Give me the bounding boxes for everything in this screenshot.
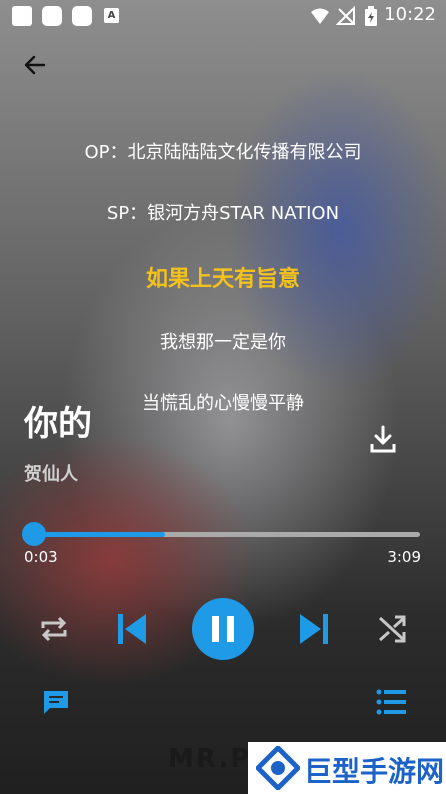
progress-thumb[interactable] xyxy=(22,522,46,546)
notification-icon xyxy=(42,6,62,26)
lyric-line: OP：北京陆陆陆文化传播有限公司 xyxy=(84,142,362,163)
no-signal-icon xyxy=(336,6,355,25)
pause-button[interactable] xyxy=(192,598,254,660)
skip-previous-icon[interactable] xyxy=(116,612,148,646)
watermark-brand: MR.P xyxy=(168,744,252,774)
watermark-logo-icon xyxy=(256,746,300,790)
shuffle-icon[interactable] xyxy=(376,613,408,645)
repeat-icon[interactable] xyxy=(38,613,70,645)
download-icon[interactable] xyxy=(368,424,398,454)
lyric-line: 我想那一定是你 xyxy=(160,332,286,353)
playlist-icon[interactable] xyxy=(376,689,406,715)
back-arrow-icon[interactable] xyxy=(22,52,48,78)
battery-charging-icon xyxy=(365,6,377,26)
lyric-line: SP：银河方舟STAR NATION xyxy=(106,203,340,224)
comment-icon[interactable] xyxy=(42,689,70,717)
status-time: 10:22 xyxy=(384,4,436,25)
progress-fill xyxy=(34,532,166,537)
pause-icon xyxy=(212,616,234,642)
song-title: 你的 xyxy=(24,404,92,444)
lyric-line-active: 如果上天有旨意 xyxy=(145,267,300,292)
notification-icon xyxy=(72,6,92,26)
skip-next-icon[interactable] xyxy=(298,612,330,646)
artist-name[interactable]: 贺仙人 xyxy=(24,460,78,486)
current-time: 0:03 xyxy=(24,548,58,566)
progress-track[interactable] xyxy=(34,532,420,537)
app-notification-icon: A xyxy=(104,8,119,23)
wifi-icon xyxy=(311,8,329,24)
watermark-badge: 巨型手游网 xyxy=(248,742,446,794)
notification-icon xyxy=(12,6,32,26)
watermark-site-name: 巨型手游网 xyxy=(304,755,445,788)
status-bar: A 10:22 xyxy=(0,0,446,32)
total-time: 3:09 xyxy=(387,548,421,566)
